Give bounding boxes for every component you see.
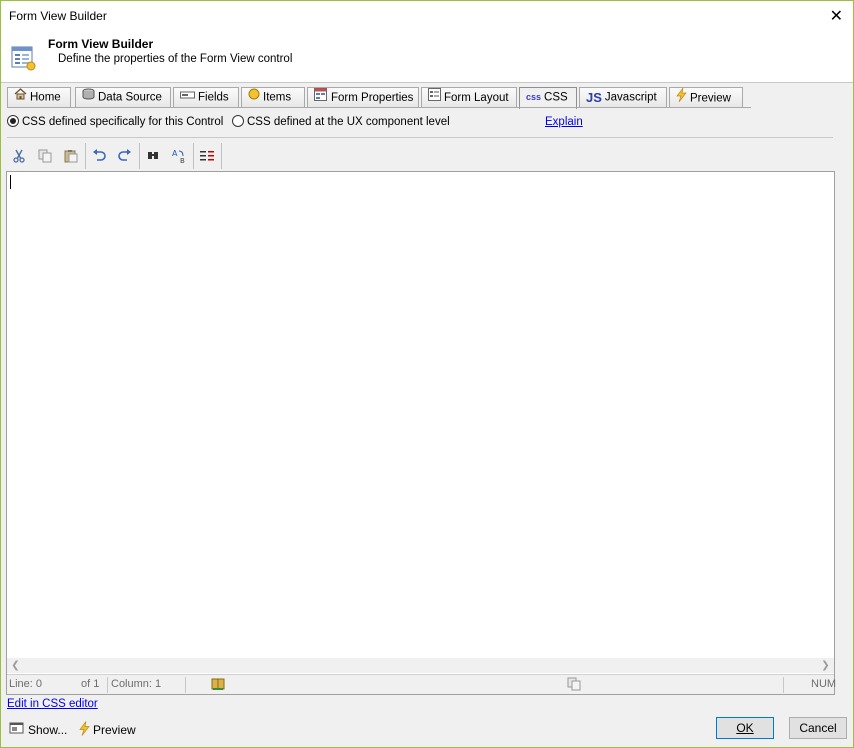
preview-button[interactable]: Preview	[79, 721, 136, 741]
cancel-button[interactable]: Cancel	[789, 717, 847, 739]
javascript-icon: JS	[586, 90, 602, 105]
status-column: Column: 1	[111, 678, 162, 690]
status-separator	[783, 677, 784, 693]
form-view-builder-icon	[11, 45, 37, 71]
form-properties-icon	[314, 88, 328, 108]
indent-icon[interactable]	[197, 145, 217, 167]
status-separator	[185, 677, 186, 693]
status-separator	[107, 677, 108, 693]
ok-button[interactable]: OK	[716, 717, 774, 739]
svg-text:B: B	[180, 157, 185, 164]
tab-preview[interactable]: Preview	[669, 87, 743, 108]
explain-link[interactable]: Explain	[545, 116, 583, 128]
fields-icon	[180, 88, 195, 107]
scroll-right-icon[interactable]: ❯	[818, 658, 833, 673]
copy-icon[interactable]	[35, 145, 55, 167]
tab-label: CSS	[544, 91, 568, 104]
find-icon[interactable]	[143, 145, 163, 167]
horizontal-scrollbar[interactable]: ❮ ❯	[7, 658, 834, 673]
tab-label: Items	[263, 91, 292, 104]
tab-strip-baseline	[7, 107, 751, 108]
form-layout-icon	[428, 88, 441, 108]
window-title: Form View Builder	[9, 9, 107, 23]
tab-label: Form Properties	[331, 92, 414, 105]
tab-label: Javascript	[604, 91, 657, 104]
toolbar-separator	[193, 143, 194, 169]
show-button[interactable]: Show...	[9, 721, 67, 740]
replace-icon[interactable]: AB	[169, 145, 189, 167]
css-code-editor[interactable]: ❮ ❯ Line: 0 of 1 Column: 1 NUM	[6, 171, 837, 695]
tab-fields[interactable]: Fields	[173, 87, 239, 108]
show-label: Show...	[28, 723, 68, 737]
paste-icon[interactable]	[61, 145, 81, 167]
editor-status-bar: Line: 0 of 1 Column: 1 NUM	[7, 674, 837, 694]
text-caret	[10, 175, 11, 189]
divider	[7, 137, 833, 138]
radio-label: CSS defined specifically for this Contro…	[22, 116, 224, 128]
tab-form-properties[interactable]: Form Properties	[307, 87, 419, 108]
scroll-left-icon[interactable]: ❮	[8, 658, 23, 673]
radio-selected-indicator	[7, 115, 19, 127]
form-view-builder-dialog: Form View Builder ✕ Form View Builder De…	[0, 0, 854, 748]
status-line-count: of 1	[81, 678, 100, 690]
book-icon[interactable]	[211, 677, 225, 694]
show-window-icon	[9, 721, 25, 740]
items-icon	[248, 88, 260, 107]
radio-unselected-indicator	[232, 115, 244, 127]
lightning-icon	[676, 87, 687, 109]
header-title: Form View Builder	[48, 37, 154, 51]
cut-icon[interactable]	[9, 145, 29, 167]
css-icon: css	[526, 92, 542, 102]
ok-label: OK	[736, 721, 754, 735]
database-icon	[82, 88, 95, 107]
radio-ux-component-css[interactable]: CSS defined at the UX component level	[232, 115, 450, 130]
close-icon[interactable]: ✕	[830, 6, 843, 26]
svg-text:A: A	[172, 149, 178, 158]
dialog-header: Form View Builder Define the properties …	[1, 31, 853, 83]
tab-label: Fields	[198, 91, 229, 104]
tab-label: Data Source	[98, 91, 162, 104]
tab-items[interactable]: Items	[241, 87, 305, 108]
radio-control-css[interactable]: CSS defined specifically for this Contro…	[7, 115, 223, 130]
tab-form-layout[interactable]: Form Layout	[421, 87, 517, 108]
cancel-label: Cancel	[799, 721, 837, 735]
preview-label: Preview	[93, 723, 136, 738]
tab-home[interactable]: Home	[7, 87, 71, 108]
status-num-lock: NUM	[811, 678, 837, 690]
edit-in-css-editor-link[interactable]: Edit in CSS editor	[7, 698, 98, 710]
title-bar: Form View Builder ✕	[1, 1, 853, 31]
lightning-icon	[79, 721, 90, 741]
home-icon	[14, 88, 27, 107]
tab-css[interactable]: css CSS	[519, 87, 577, 109]
undo-icon[interactable]	[89, 145, 109, 167]
redo-icon[interactable]	[115, 145, 135, 167]
toolbar-separator	[221, 143, 222, 169]
header-subtitle: Define the properties of the Form View c…	[58, 53, 293, 65]
css-scope-options: CSS defined specifically for this Contro…	[7, 115, 847, 133]
tab-javascript[interactable]: JS Javascript	[579, 87, 667, 108]
status-line: Line: 0	[9, 678, 43, 690]
toolbar-separator	[85, 143, 86, 169]
tab-label: Form Layout	[444, 92, 509, 105]
tab-label: Home	[30, 91, 61, 104]
toolbar-separator	[139, 143, 140, 169]
tab-label: Preview	[690, 92, 731, 105]
clipboard-icon[interactable]	[567, 677, 581, 694]
tab-data-source[interactable]: Data Source	[75, 87, 171, 108]
radio-label: CSS defined at the UX component level	[247, 116, 450, 128]
